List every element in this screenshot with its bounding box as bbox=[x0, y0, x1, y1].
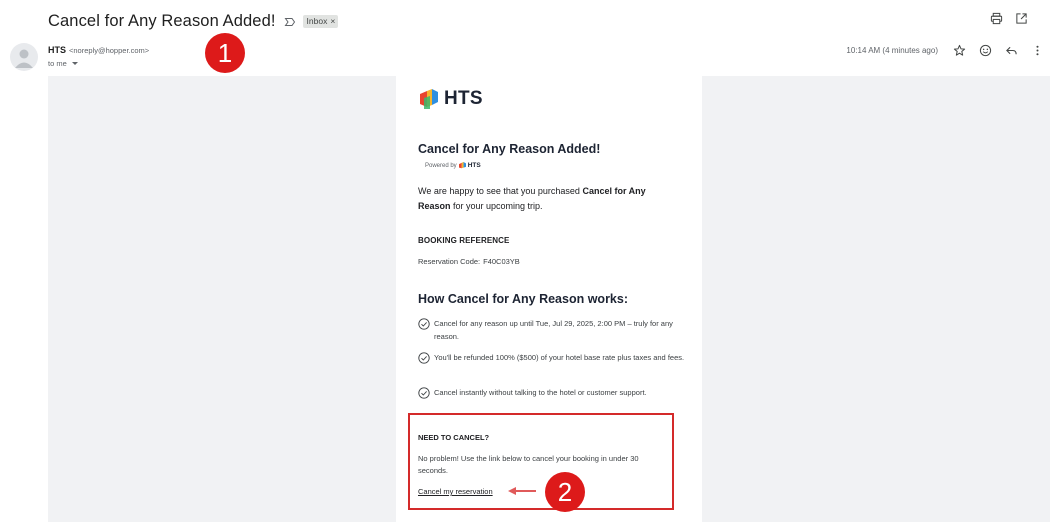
intro-text-1: We are happy to see that you purchased bbox=[418, 186, 583, 196]
label-important-icon[interactable] bbox=[284, 15, 296, 27]
to-me-label: to me bbox=[48, 59, 67, 68]
hts-logo-icon bbox=[420, 89, 438, 109]
reply-icon[interactable] bbox=[1005, 44, 1018, 57]
sender-line: HTS <noreply@hopper.com> bbox=[48, 45, 149, 55]
hts-logo: HTS bbox=[418, 88, 483, 110]
remove-label-icon[interactable]: × bbox=[330, 16, 335, 26]
email-heading: Cancel for Any Reason Added! bbox=[418, 142, 601, 156]
booking-reference-heading: BOOKING REFERENCE bbox=[418, 236, 510, 245]
chevron-down-icon[interactable] bbox=[71, 62, 78, 65]
email-subject: Cancel for Any Reason Added! bbox=[48, 11, 276, 30]
reservation-code-line: Reservation Code: F40C03YB bbox=[418, 257, 520, 266]
intro-text-2: for your upcoming trip. bbox=[450, 200, 543, 211]
check-circle-icon bbox=[418, 318, 430, 330]
email-subject-bar: Cancel for Any Reason Added! Inbox × bbox=[48, 10, 339, 32]
emoji-reaction-icon[interactable] bbox=[979, 44, 992, 57]
star-icon[interactable] bbox=[953, 44, 966, 57]
inbox-label-chip[interactable]: Inbox × bbox=[302, 14, 339, 28]
cancel-reservation-link[interactable]: Cancel my reservation bbox=[418, 487, 493, 496]
feature-item: Cancel instantly without talking to the … bbox=[418, 387, 686, 400]
annotation-badge-1: 1 bbox=[205, 33, 245, 73]
reservation-code-value: F40C03YB bbox=[483, 257, 520, 266]
check-circle-icon bbox=[418, 352, 430, 364]
feature-text: You'll be refunded 100% ($500) of your h… bbox=[434, 353, 685, 362]
logo-text: HTS bbox=[444, 88, 483, 109]
more-vertical-icon[interactable] bbox=[1031, 44, 1044, 57]
how-it-works-heading: How Cancel for Any Reason works: bbox=[418, 292, 628, 306]
powered-by-brand: HTS bbox=[467, 162, 481, 169]
feature-item: Cancel for any reason up until Tue, Jul … bbox=[418, 318, 686, 343]
need-to-cancel-text: No problem! Use the link below to cancel… bbox=[418, 454, 639, 475]
sender-name[interactable]: HTS bbox=[48, 45, 66, 55]
reservation-code-label: Reservation Code: bbox=[418, 257, 481, 266]
message-timestamp: 10:14 AM (4 minutes ago) bbox=[846, 46, 938, 55]
intro-paragraph: We are happy to see that you purchased C… bbox=[418, 184, 678, 213]
print-icon[interactable] bbox=[990, 12, 1003, 25]
inbox-label-text: Inbox bbox=[306, 15, 328, 26]
recipient-details-toggle[interactable]: to me bbox=[48, 59, 78, 68]
need-to-cancel-heading: NEED TO CANCEL? bbox=[418, 433, 490, 442]
check-circle-icon bbox=[418, 387, 430, 399]
annotation-badge-2: 2 bbox=[545, 472, 585, 512]
open-in-new-window-icon[interactable] bbox=[1015, 12, 1028, 25]
feature-item: You'll be refunded 100% ($500) of your h… bbox=[418, 352, 686, 365]
powered-by: Powered by HTS bbox=[425, 162, 481, 169]
sender-avatar[interactable] bbox=[10, 43, 38, 71]
sender-email: <noreply@hopper.com> bbox=[69, 46, 150, 55]
feature-text: Cancel instantly without talking to the … bbox=[434, 388, 647, 397]
message-actions: 10:14 AM (4 minutes ago) bbox=[846, 44, 1044, 57]
feature-text: Cancel for any reason up until Tue, Jul … bbox=[434, 319, 673, 341]
powered-by-label: Powered by bbox=[425, 162, 457, 169]
hts-mini-logo-icon bbox=[458, 162, 466, 169]
top-toolbar bbox=[990, 12, 1028, 25]
red-arrow-icon bbox=[508, 487, 536, 495]
